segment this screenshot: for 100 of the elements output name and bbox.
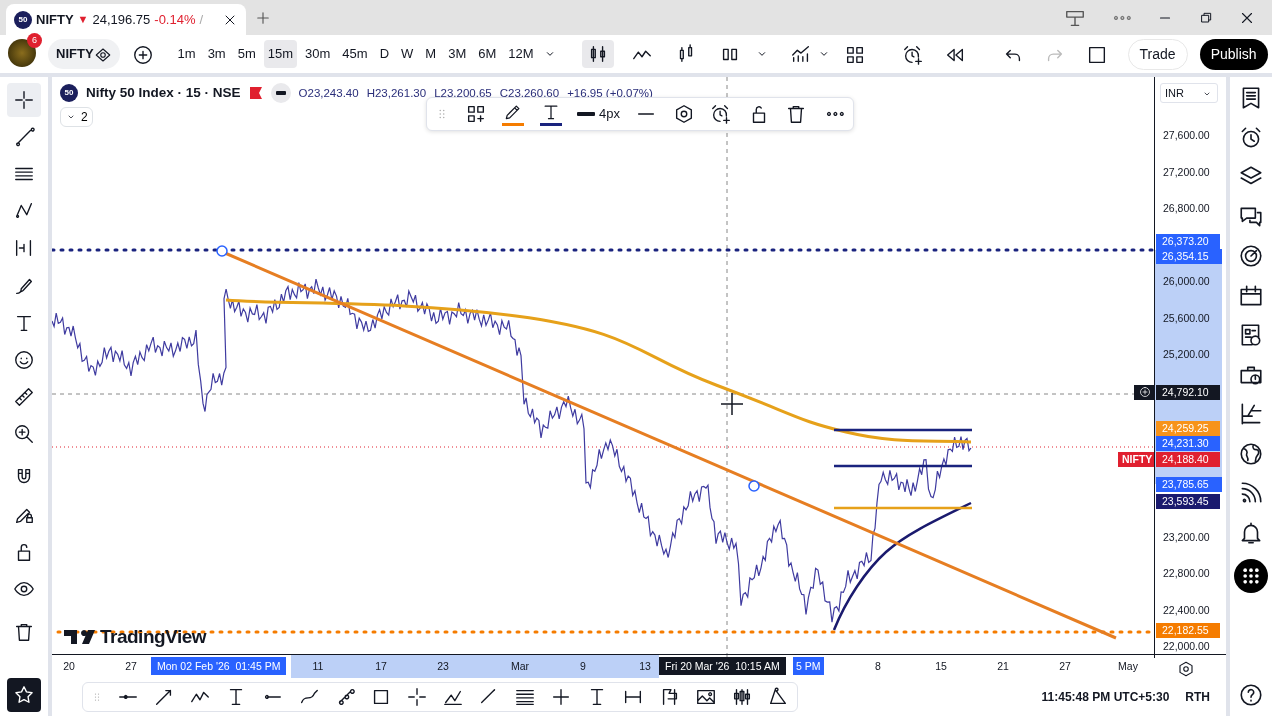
price-label: 26,800.00	[1163, 201, 1210, 217]
price-label: 23,200.00	[1163, 529, 1210, 545]
level-line[interactable]	[834, 428, 972, 432]
price-label: 22,400.00	[1163, 602, 1210, 618]
range-marker	[1220, 249, 1222, 265]
clock: 11:45:48 PM UTC+5:30	[1041, 689, 1170, 707]
avatar[interactable]	[8, 39, 36, 67]
indicators-toggle[interactable]: 2	[60, 107, 93, 128]
globe-icon[interactable]	[1238, 440, 1264, 467]
alert-icon[interactable]	[901, 43, 924, 66]
interval-button[interactable]: W	[397, 40, 418, 68]
apps-button[interactable]	[1234, 559, 1268, 593]
level-line[interactable]	[834, 506, 972, 510]
text-color-swatch[interactable]	[539, 123, 562, 126]
plus-icon	[1138, 386, 1151, 399]
cross-icon[interactable]	[405, 686, 428, 709]
trash-icon	[13, 621, 35, 644]
interval-button[interactable]: 12M	[504, 40, 538, 68]
date-label: 27	[125, 659, 137, 675]
flag-icon	[248, 86, 263, 101]
interval-button[interactable]: 15m	[263, 40, 298, 68]
symbol-name: NIFTY	[56, 45, 94, 64]
trade-button[interactable]: Trade	[1127, 38, 1188, 70]
publish-button[interactable]: Publish	[1199, 38, 1268, 70]
indicators-icon[interactable]	[789, 43, 812, 65]
low-value: L23.200.65	[434, 85, 492, 101]
hide-button[interactable]	[270, 83, 291, 104]
open-value: O23,243.40	[298, 85, 359, 101]
browser-tab[interactable]: 50 NIFTY ▼ 24,196.75 -0.14% /	[6, 4, 246, 35]
help-icon[interactable]	[1238, 682, 1264, 708]
date-label: 20	[63, 659, 75, 675]
date-label: 27	[1059, 659, 1071, 675]
range-end-label: 5 PM	[793, 657, 824, 676]
ruler-icon	[13, 386, 35, 409]
date-label: 23	[437, 659, 449, 675]
zoom-icon	[13, 423, 35, 446]
interval-button[interactable]: M	[421, 40, 441, 68]
symbol-logo: 50	[14, 10, 32, 29]
interval-button[interactable]: 3m	[203, 40, 230, 68]
chart-logo: TradingView	[100, 625, 207, 649]
interval-button[interactable]: 1m	[173, 40, 200, 68]
tab-symbol: NIFTY	[36, 10, 74, 29]
date-label: 9	[580, 659, 586, 675]
level-line[interactable]	[834, 464, 972, 468]
minus-icon	[275, 91, 286, 96]
tab-separator: /	[199, 10, 204, 29]
change-value: +16.95 (+0.07%)	[567, 85, 653, 101]
currency-select[interactable]: INR	[1160, 83, 1218, 103]
interval-button[interactable]: 5m	[233, 40, 260, 68]
price-tag: 26,354.15	[1156, 249, 1220, 265]
price-label: 25,600.00	[1163, 310, 1210, 326]
chart-style-button[interactable]	[581, 40, 614, 68]
date-label: 21	[997, 659, 1009, 675]
interval-button[interactable]: 45m	[338, 40, 372, 68]
smiley-icon	[13, 348, 35, 371]
symbol-label: NIFTY	[1118, 451, 1157, 467]
tool-button[interactable]	[7, 82, 41, 117]
line-color-swatch[interactable]	[502, 123, 524, 126]
line-width-icon	[577, 112, 595, 116]
price-tag: 22,182.55	[1156, 622, 1220, 638]
session-toggle[interactable]: RTH	[1185, 688, 1210, 707]
range-marker	[1220, 476, 1222, 492]
trend-line-icon	[13, 125, 35, 148]
line-width-button[interactable]: 4px	[577, 104, 620, 124]
star-icon	[13, 684, 35, 706]
high-value: H23,261.30	[366, 85, 427, 101]
logo-icon	[64, 629, 96, 646]
crosshair-date-label: Fri 20 Mar '26 10:15 AM	[659, 657, 786, 676]
price-label: 22,800.00	[1163, 566, 1210, 582]
add-alert-button[interactable]	[1134, 384, 1155, 400]
interval-button[interactable]: 6M	[474, 40, 501, 68]
date-label: 8	[875, 659, 881, 675]
interval-button[interactable]: 3M	[444, 40, 471, 68]
date-label: 15	[935, 659, 947, 675]
price-tag: 24,231.30	[1156, 436, 1220, 452]
settings-icon[interactable]	[1177, 660, 1195, 679]
target-icon[interactable]	[1238, 243, 1264, 269]
down-arrow: ▼	[77, 12, 89, 28]
tab-change: -0.14%	[154, 10, 196, 29]
symbol-search[interactable]: NIFTY	[48, 39, 120, 69]
date-label: 13	[639, 659, 651, 675]
price-label: 26,000.00	[1163, 274, 1210, 290]
price-label: 27,600.00	[1163, 128, 1210, 144]
date-label: 17	[375, 659, 387, 675]
horizontal-line[interactable]	[52, 248, 1154, 252]
add-symbol-icon[interactable]	[131, 43, 154, 66]
price-tag: 23,593.45	[1156, 494, 1220, 510]
interval-button[interactable]: D	[375, 40, 394, 68]
symbol-title: Nifty 50 Index · 15 · NSE	[86, 84, 241, 102]
price-label: 27,200.00	[1163, 164, 1210, 180]
favorites-button[interactable]	[7, 678, 41, 712]
interval-button[interactable]: 30m	[301, 40, 335, 68]
tab-price: 24,196.75	[92, 10, 151, 29]
alert-icon[interactable]	[710, 103, 733, 125]
date-label: 11	[312, 659, 324, 675]
apps-icon	[1241, 566, 1261, 586]
price-label: 22,000.00	[1163, 639, 1210, 655]
range-start-label: Mon 02 Feb '26 01:45 PM	[151, 657, 287, 676]
date-label: May	[1118, 659, 1138, 675]
close-value: C23,260.60	[499, 85, 560, 101]
